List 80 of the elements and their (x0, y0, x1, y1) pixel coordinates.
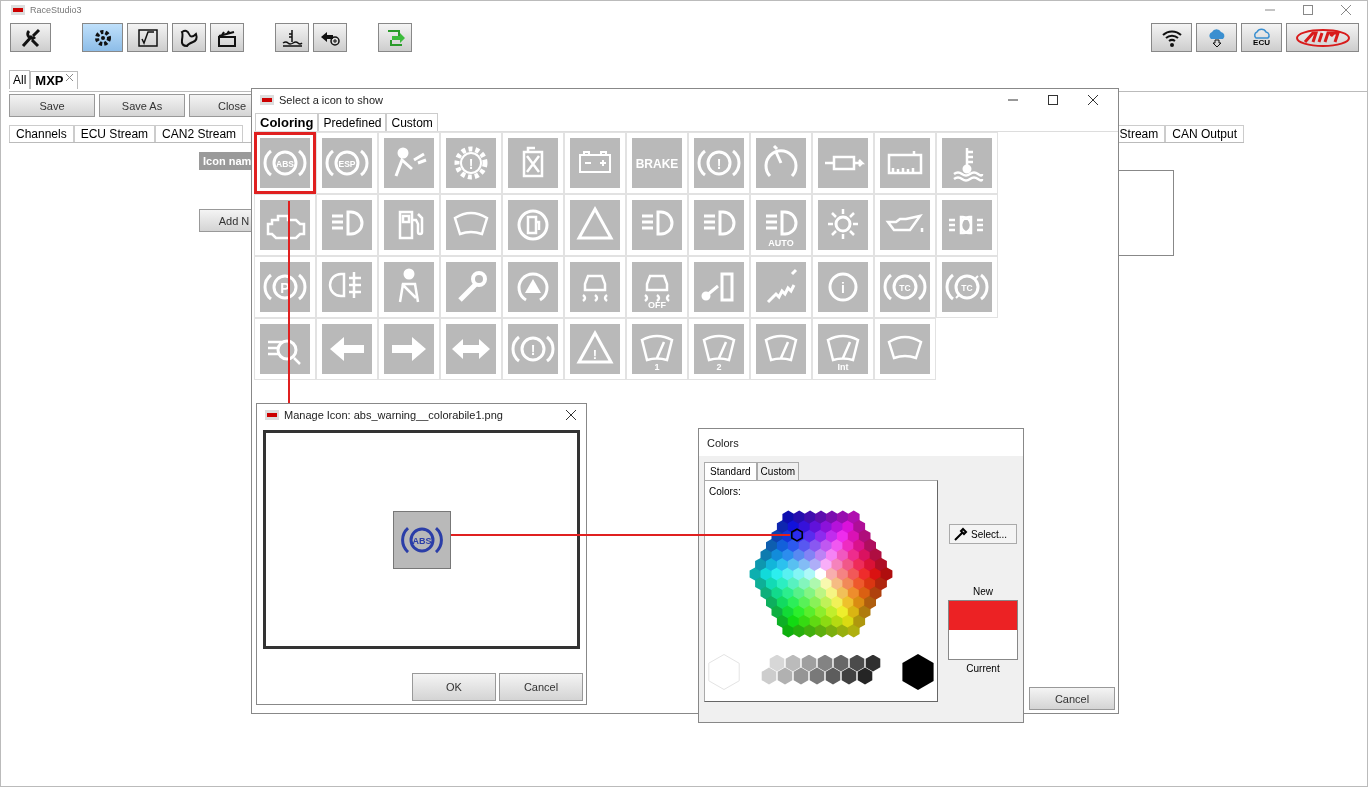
app-logo-icon (11, 5, 25, 15)
dialog-title: Manage Icon: abs_warning__colorabile1.png (284, 409, 503, 421)
tab[interactable]: ECU Stream (73, 125, 156, 142)
side-lights-icon[interactable] (936, 194, 998, 256)
wifi-icon (1160, 27, 1183, 48)
toolbar-button[interactable] (82, 23, 123, 52)
color-swatch[interactable] (899, 653, 937, 691)
abs-warning-icon: ABS (392, 510, 451, 569)
battery-icon[interactable] (564, 132, 626, 194)
tab[interactable]: Predefined (318, 113, 387, 131)
formula-icon (136, 27, 159, 48)
selection-marker-icon (790, 528, 804, 542)
gauge-level-icon (281, 27, 303, 48)
fuel-pump-icon[interactable] (378, 194, 440, 256)
toolbar-button[interactable] (1151, 23, 1192, 52)
arrow-right-icon[interactable] (378, 318, 440, 380)
thermometer-icon[interactable] (936, 132, 998, 194)
toolbar-button[interactable]: Save (9, 94, 95, 117)
arrow-left-icon[interactable] (316, 318, 378, 380)
app-logo-icon (260, 95, 274, 105)
dialog-title: Colors (707, 436, 739, 449)
cloud-icon (1251, 28, 1272, 39)
headlight-icon[interactable] (626, 194, 688, 256)
key-icon[interactable] (688, 256, 750, 318)
arrow-both-icon[interactable] (440, 318, 502, 380)
new-label: New (973, 586, 993, 597)
oil-can-icon[interactable] (874, 194, 936, 256)
tab[interactable]: All (9, 70, 31, 89)
car-icon[interactable] (564, 256, 626, 318)
lamp-icon[interactable] (812, 194, 874, 256)
rear-light-icon[interactable] (316, 256, 378, 318)
windshield-icon[interactable] (874, 318, 936, 380)
windshield-icon[interactable] (440, 194, 502, 256)
tab[interactable]: MXP (30, 71, 78, 89)
wrench-icon (19, 27, 42, 48)
tab[interactable]: Standard (704, 462, 757, 480)
fuel-ring-icon[interactable] (502, 194, 564, 256)
gauge-icon[interactable] (750, 132, 812, 194)
toolbar-button[interactable] (210, 23, 244, 52)
toolbar-button[interactable]: ECU (1241, 23, 1282, 52)
engine-icon[interactable] (254, 194, 316, 256)
close-icon[interactable] (566, 410, 576, 420)
person-icon[interactable] (378, 132, 440, 194)
cancel-button[interactable]: Cancel (499, 673, 583, 701)
dialog-title: Select a icon to show (279, 94, 383, 106)
cancel-button[interactable]: Cancel (1029, 687, 1115, 710)
canister-icon[interactable] (502, 132, 564, 194)
tab[interactable]: Coloring (255, 113, 319, 131)
tab[interactable]: CAN Output (1165, 125, 1244, 142)
window-title: RaceStudio3 (30, 5, 82, 15)
select-button[interactable]: Select... (949, 524, 1017, 544)
tab[interactable]: Custom (756, 462, 800, 480)
wiper-icon[interactable] (750, 318, 812, 380)
colors-label: Colors: (709, 486, 741, 497)
warning-ring-icon[interactable] (502, 256, 564, 318)
tab[interactable]: Custom (386, 113, 438, 131)
toolbar-button[interactable] (10, 23, 51, 52)
current-label: Current (966, 663, 1000, 674)
headlight-icon[interactable] (316, 194, 378, 256)
color-preview-swatch (948, 600, 1018, 660)
maximize-icon[interactable] (1048, 95, 1058, 105)
filter-icon[interactable] (812, 132, 874, 194)
color-swatch[interactable] (705, 653, 743, 691)
seatbelt-icon[interactable] (378, 256, 440, 318)
toolbar-button[interactable] (172, 23, 206, 52)
wrench-icon[interactable] (440, 256, 502, 318)
eyedropper-icon (954, 527, 968, 541)
tank-icon[interactable] (874, 132, 936, 194)
tab[interactable]: Channels (9, 125, 74, 142)
logo (1294, 27, 1351, 48)
track-icon (178, 27, 200, 48)
headlight-icon[interactable] (688, 194, 750, 256)
close-icon[interactable] (1088, 95, 1098, 105)
toolbar-button[interactable]: Save As (99, 94, 185, 117)
tab[interactable]: CAN2 Stream (155, 125, 244, 142)
app-logo-icon (265, 410, 279, 420)
toolbar-button[interactable] (313, 23, 347, 52)
toolbar-button[interactable] (275, 23, 309, 52)
ok-button[interactable]: OK (412, 673, 496, 701)
toolbar-button[interactable] (127, 23, 168, 52)
